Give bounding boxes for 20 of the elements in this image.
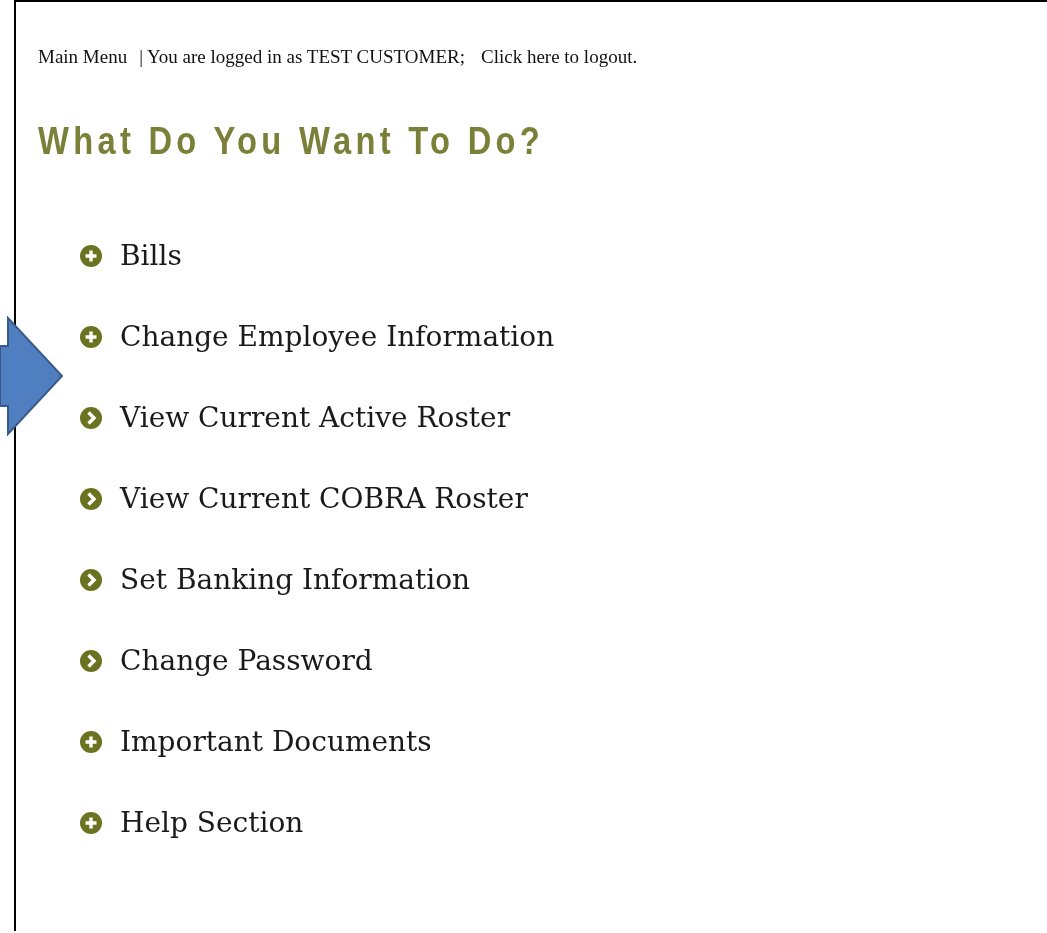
plus-circle-icon[interactable]: [80, 325, 102, 348]
chevron-circle-icon[interactable]: [80, 649, 102, 672]
menu-link[interactable]: View Current Active Roster: [120, 401, 511, 434]
menu-link[interactable]: Bills: [120, 239, 182, 272]
menu-link[interactable]: Help Section: [120, 806, 304, 839]
chevron-circle-icon[interactable]: [80, 406, 102, 429]
plus-circle-icon[interactable]: [80, 811, 102, 834]
chevron-circle-icon[interactable]: [80, 487, 102, 510]
menu-link[interactable]: View Current COBRA Roster: [120, 482, 528, 515]
menu-link[interactable]: Important Documents: [120, 725, 432, 758]
main-menu-link[interactable]: Main Menu: [38, 46, 128, 68]
logout-link[interactable]: Click here to logout.: [480, 46, 638, 68]
plus-circle-icon[interactable]: [80, 730, 102, 753]
menu-link[interactable]: Change Password: [120, 644, 373, 677]
plus-circle-icon[interactable]: [80, 244, 102, 267]
menu-link[interactable]: Set Banking Information: [120, 563, 471, 596]
menu-link[interactable]: Change Employee Information: [120, 320, 555, 353]
chevron-circle-icon[interactable]: [80, 568, 102, 591]
login-status-text: | You are logged in as TEST CUSTOMER;: [139, 46, 465, 68]
page-heading: What Do You Want To Do?: [38, 120, 546, 163]
